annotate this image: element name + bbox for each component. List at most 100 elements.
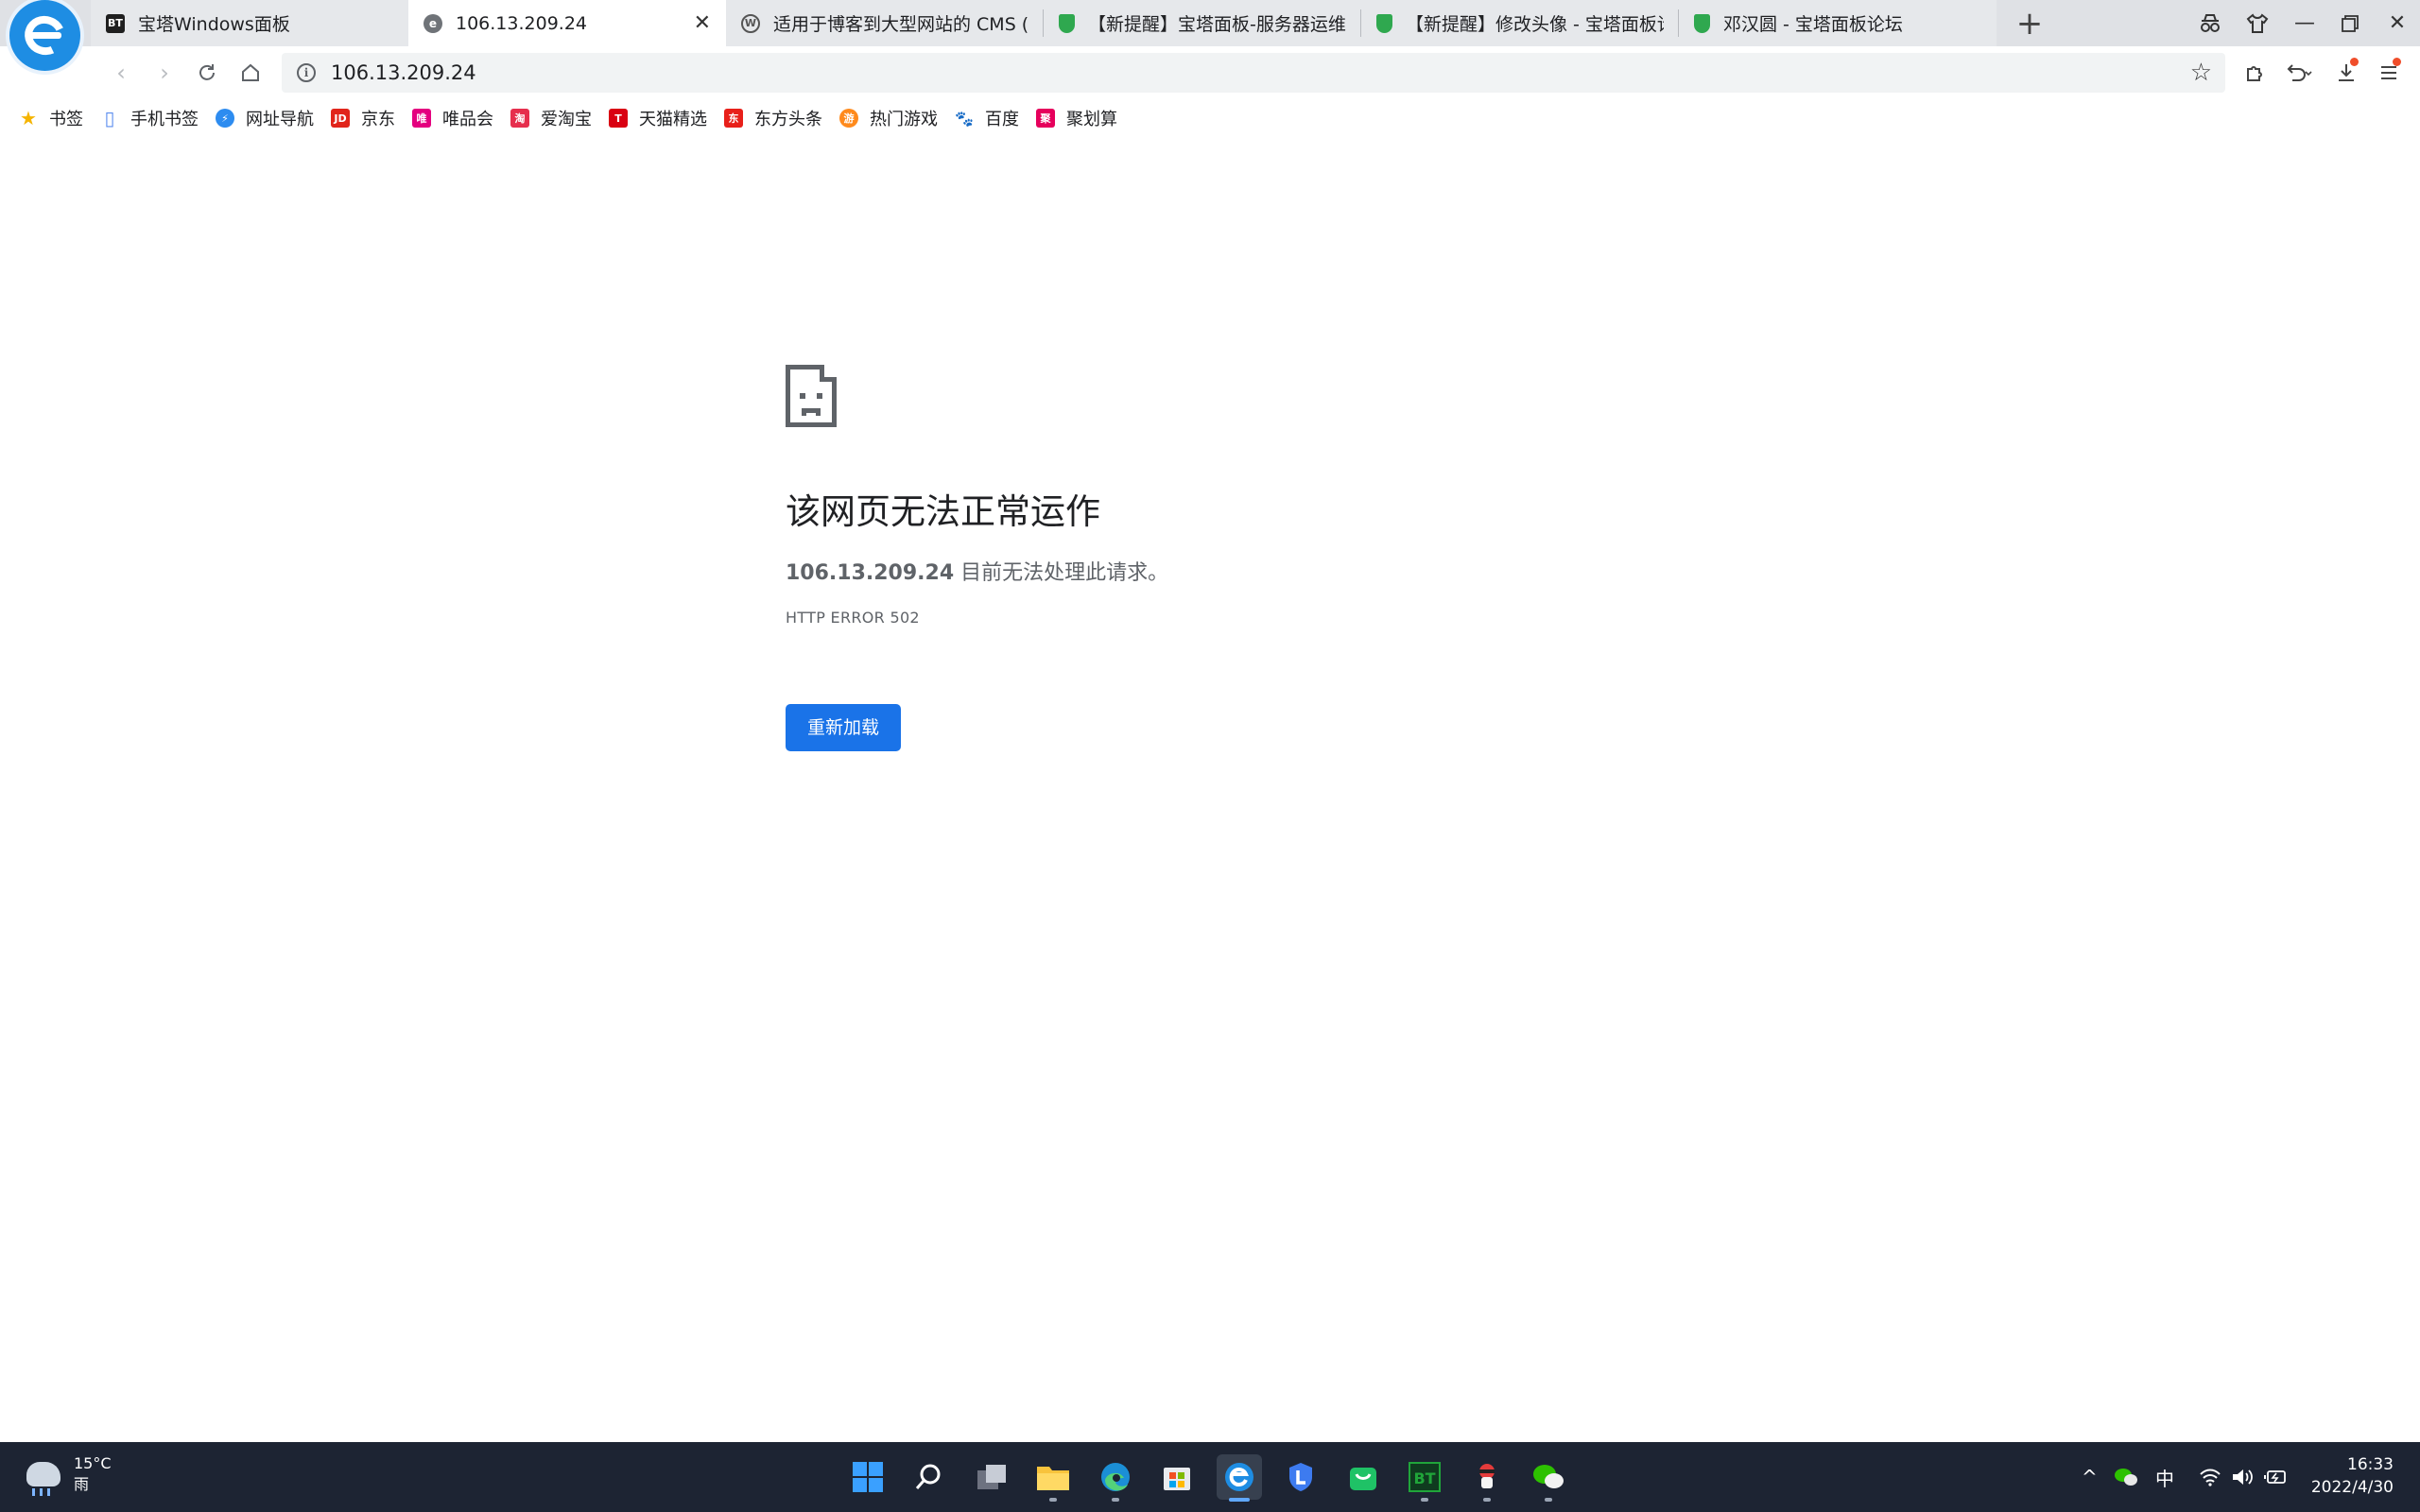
download-badge — [2350, 58, 2359, 66]
bookmark-juhuasuan[interactable]: 聚 聚划算 — [1036, 103, 1117, 133]
bt-panel-taskbar-icon[interactable]: BT — [1402, 1454, 1447, 1502]
weather-temp: 15°C — [74, 1454, 112, 1472]
volume-icon[interactable] — [2231, 1442, 2254, 1512]
bookmark-toutiao[interactable]: 东 东方头条 — [724, 103, 822, 133]
running-indicator — [1545, 1498, 1552, 1502]
bookmark-label: 天猫精选 — [639, 110, 707, 129]
baidu-icon: 🐾 — [955, 109, 974, 128]
edge-icon[interactable] — [1093, 1454, 1138, 1502]
bookmark-label: 爱淘宝 — [541, 110, 592, 129]
bookmark-nav[interactable]: ⚡ 网址导航 — [216, 103, 314, 133]
sad-page-mouth — [802, 408, 821, 416]
incognito-icon[interactable] — [2187, 0, 2233, 46]
tray-overflow-icon[interactable]: ^ — [2082, 1442, 2098, 1512]
tab-title: 106.13.209.24 — [456, 12, 588, 34]
error-message-text: 目前无法处理此请求。 — [960, 561, 1169, 585]
forward-button[interactable]: › — [149, 58, 180, 88]
browser-logo-icon[interactable] — [9, 0, 80, 71]
nav-icon: ⚡ — [216, 109, 234, 128]
tab-title: 【新提醒】修改头像 - 宝塔面板论 — [1406, 14, 1664, 35]
star-icon: ★ — [20, 107, 37, 129]
clock-time: 16:33 — [2347, 1455, 2394, 1474]
task-view-icon[interactable] — [969, 1454, 1014, 1500]
bookmark-bookmarks[interactable]: ★ 书签 — [19, 103, 83, 133]
bookmark-label: 书签 — [49, 110, 83, 129]
bookmark-label: 热门游戏 — [870, 110, 938, 129]
wifi-icon[interactable] — [2199, 1442, 2221, 1512]
screen: BT 宝塔Windows面板 e 106.13.209.24 ✕ W 适用于博客… — [0, 0, 2420, 1512]
bookmark-label: 唯品会 — [442, 110, 493, 129]
sad-page-eye — [817, 393, 822, 399]
error-title: 该网页无法正常运作 — [786, 491, 1100, 532]
url-input[interactable] — [331, 61, 2032, 84]
minimize-button[interactable]: — — [2282, 0, 2327, 46]
undo-close-tab-icon[interactable] — [2284, 58, 2314, 88]
bookmark-label: 网址导航 — [246, 110, 314, 129]
close-window-button[interactable]: ✕ — [2375, 0, 2420, 46]
error-code: HTTP ERROR 502 — [786, 609, 920, 627]
running-indicator — [1229, 1498, 1250, 1502]
search-icon[interactable] — [907, 1454, 952, 1500]
tab-strip: BT 宝塔Windows面板 e 106.13.209.24 ✕ W 适用于博客… — [0, 0, 2420, 71]
skin-icon[interactable] — [2235, 0, 2280, 46]
bookmark-label: 聚划算 — [1066, 110, 1117, 129]
bookmark-tmall[interactable]: T 天猫精选 — [609, 103, 707, 133]
home-icon[interactable] — [235, 58, 266, 88]
running-indicator — [1483, 1498, 1491, 1502]
bookmark-label: 京东 — [361, 110, 395, 129]
new-tab-button[interactable]: + — [2010, 4, 2049, 43]
file-explorer-icon[interactable] — [1030, 1454, 1076, 1502]
bookmark-taobao[interactable]: 淘 爱淘宝 — [510, 103, 592, 133]
phone-icon: ▯ — [104, 107, 115, 129]
weather-desc: 雨 — [74, 1475, 90, 1493]
shield-icon — [1694, 13, 1710, 33]
address-bar[interactable]: i ☆ — [282, 53, 2225, 93]
shield-icon — [1059, 13, 1075, 33]
running-indicator — [1421, 1498, 1428, 1502]
tab-bt-forum-avatar[interactable]: 【新提醒】修改头像 - 宝塔面板论 — [1361, 0, 1679, 46]
game-icon: 游 — [839, 109, 858, 128]
tab-wordpress[interactable]: W 适用于博客到大型网站的 CMS (P — [726, 0, 1044, 46]
bookmark-baidu[interactable]: 🐾 百度 — [955, 103, 1019, 133]
bookmark-star-icon[interactable]: ☆ — [2190, 59, 2212, 87]
close-tab-icon[interactable]: ✕ — [694, 11, 711, 35]
ime-indicator[interactable]: 中 — [2155, 1442, 2174, 1512]
start-button[interactable] — [845, 1454, 890, 1500]
sad-page-fold — [820, 365, 837, 382]
running-indicator — [1112, 1498, 1119, 1502]
bookmark-label: 东方头条 — [754, 110, 822, 129]
tab-bt-forum-user[interactable]: 邓汉圆 - 宝塔面板论坛 — [1679, 0, 1996, 46]
tray-wechat-icon[interactable] — [2114, 1442, 2138, 1512]
shopping-bag-icon[interactable] — [1340, 1454, 1386, 1500]
reload-icon[interactable] — [192, 58, 222, 88]
taobao-icon: 淘 — [510, 109, 529, 128]
weather-widget[interactable]: 15°C 雨 — [26, 1453, 112, 1496]
running-indicator — [1049, 1498, 1057, 1502]
battery-icon[interactable] — [2263, 1442, 2288, 1512]
tab-bt-forum-ops[interactable]: 【新提醒】宝塔面板-服务器运维 — [1044, 0, 1361, 46]
sad-page-icon — [786, 365, 837, 427]
tab-current-page[interactable]: e 106.13.209.24 ✕ — [408, 0, 726, 46]
vip-icon: 唯 — [412, 109, 431, 128]
browser-360-icon: e — [424, 13, 442, 33]
bookmark-vip[interactable]: 唯 唯品会 — [412, 103, 493, 133]
system-clock[interactable]: 16:33 2022/4/30 — [2311, 1453, 2394, 1499]
back-button[interactable]: ‹ — [106, 58, 136, 88]
restore-button[interactable] — [2327, 0, 2373, 46]
bookmark-games[interactable]: 游 热门游戏 — [839, 103, 938, 133]
toutiao-icon: 东 — [724, 109, 743, 128]
bookmark-mobile[interactable]: ▯ 手机书签 — [100, 103, 199, 133]
reload-button[interactable]: 重新加载 — [786, 704, 902, 751]
app-red-icon[interactable] — [1464, 1454, 1510, 1502]
error-panel: 该网页无法正常运作 106.13.209.24 目前无法处理此请求。 HTTP … — [786, 365, 1542, 751]
tab-bt-windows-panel[interactable]: BT 宝塔Windows面板 — [91, 0, 408, 46]
site-info-icon[interactable]: i — [297, 63, 316, 82]
wechat-icon[interactable] — [1526, 1454, 1571, 1502]
svg-text:BT: BT — [1413, 1469, 1435, 1487]
browser-360-taskbar-icon[interactable] — [1217, 1454, 1262, 1502]
extensions-icon[interactable] — [2240, 58, 2271, 88]
bookmark-jd[interactable]: JD 京东 — [331, 103, 395, 133]
security-shield-icon[interactable] — [1278, 1454, 1323, 1500]
sad-page-eye — [800, 393, 805, 399]
store-icon[interactable] — [1154, 1454, 1200, 1500]
